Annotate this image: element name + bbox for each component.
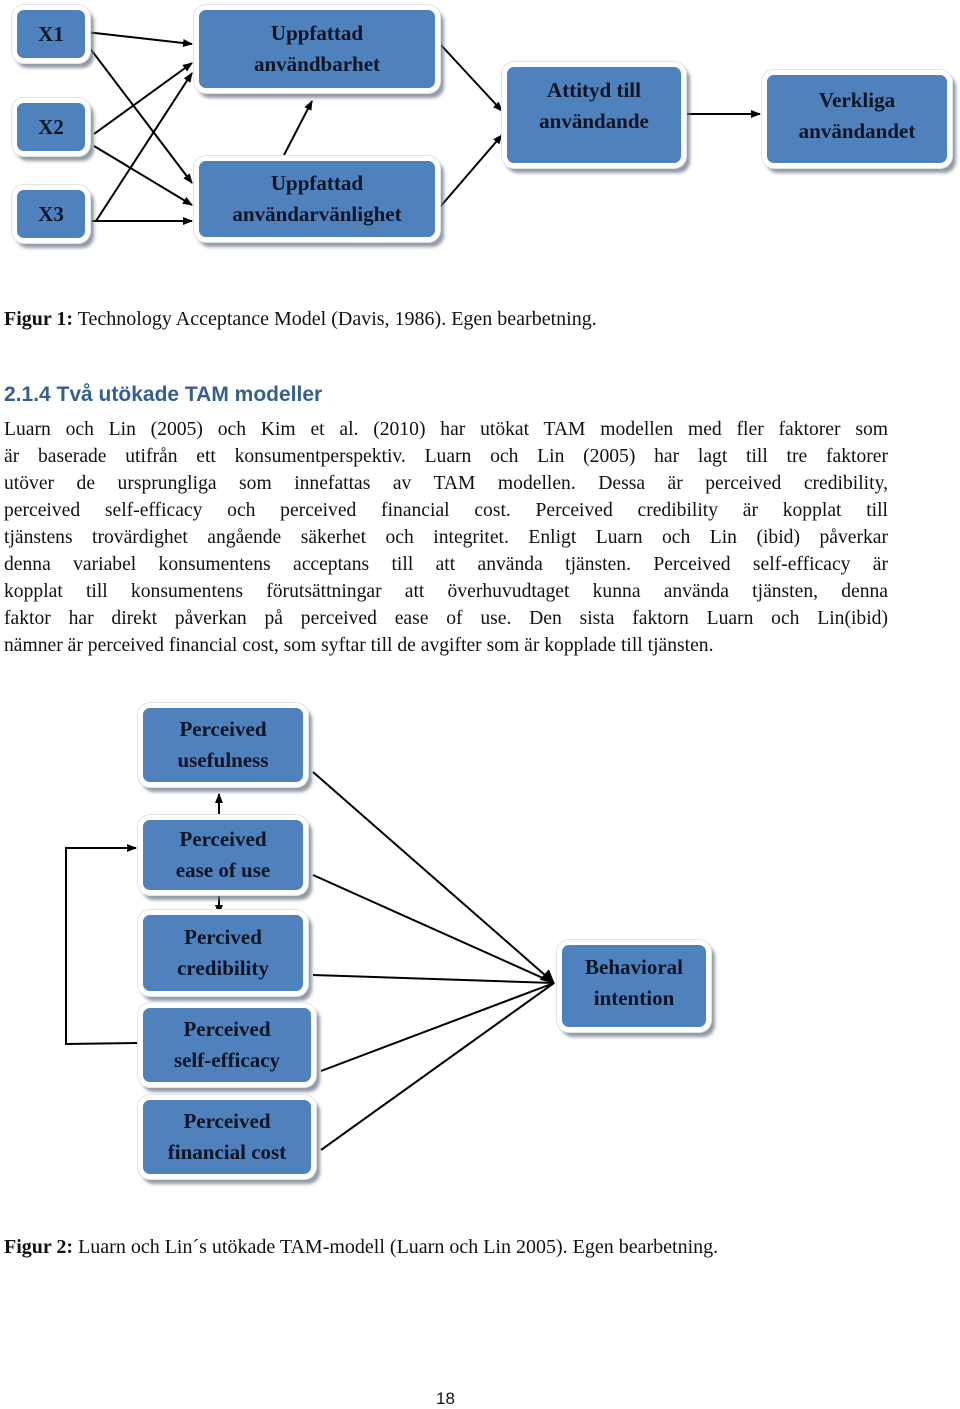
figure-2-caption: Figur 2: Luarn och Lin´s utökade TAM-mod…	[4, 1236, 718, 1259]
arrow-credibility-intention	[312, 974, 555, 984]
box-perceived-usefulness-2: Perceived usefulness	[138, 703, 308, 787]
box-label-line: Perceived	[179, 717, 267, 741]
figure-2-caption-label: Figur 2:	[4, 1236, 74, 1258]
arrow-usefulness-intention	[312, 771, 555, 984]
box-label-line: Perceived	[183, 1017, 271, 1041]
box-label-line: ease of use	[175, 858, 271, 882]
box-label-line: financial cost	[167, 1140, 287, 1164]
box-perceived-self-efficacy: Perceived self-efficacy	[138, 1003, 316, 1087]
box-perceived-credibility: Percived credibility	[138, 910, 308, 996]
box-label-line: Perceived	[183, 1109, 271, 1133]
box-label-line: intention	[593, 986, 675, 1010]
figure-2-caption-text: Luarn och Lin´s utökade TAM-modell (Luar…	[73, 1236, 719, 1258]
page-number: 18	[436, 1389, 455, 1408]
box-perceived-ease-of-use-2: Perceived ease of use	[138, 815, 308, 895]
box-perceived-financial-cost: Perceived financial cost	[138, 1095, 316, 1179]
box-label-line: Percived	[184, 925, 262, 949]
arrow-ease-intention	[312, 874, 555, 984]
box-label-line: self-efficacy	[173, 1048, 281, 1072]
arrow-financial-cost-intention	[320, 982, 555, 1151]
box-label-line: Perceived	[179, 827, 267, 851]
box-behavioral-intention: Behavioral intention	[557, 940, 711, 1032]
box-label-line: Behavioral	[585, 955, 683, 979]
box-label-line: usefulness	[177, 748, 269, 772]
arrow-self-efficacy-ease	[65, 844, 140, 1046]
arrow-self-efficacy-intention	[320, 982, 555, 1072]
box-label-line: credibility	[177, 956, 269, 980]
